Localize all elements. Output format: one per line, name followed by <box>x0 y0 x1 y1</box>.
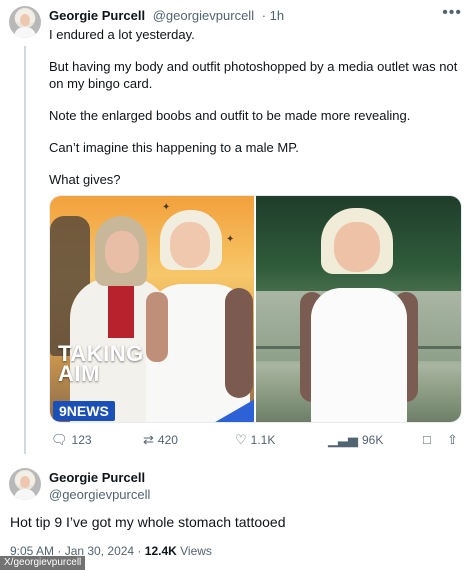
avatar[interactable] <box>9 6 41 38</box>
tweet-body: I endured a lot yesterday. But having my… <box>49 26 467 203</box>
bar-chart-icon: ▁▃▅ <box>328 432 358 447</box>
author-handle[interactable]: @georgievpurcell <box>153 8 254 23</box>
share-icon: ⇧ <box>447 432 458 447</box>
tweet-paragraph: I endured a lot yesterday. <box>49 27 195 42</box>
views-button[interactable]: ▁▃▅ 96K <box>328 432 383 448</box>
retweet-button[interactable]: ⇄ 420 <box>143 432 178 448</box>
retweet-icon: ⇄ <box>143 432 154 447</box>
tweet-media[interactable]: ✦ ✦ ✦ TAKING AIM 9NEWS <box>49 195 462 423</box>
reply-icon: 🗨 <box>51 432 68 447</box>
bookmark-icon: □ <box>423 432 431 447</box>
reply-views-label: Views <box>180 544 212 558</box>
news-logo-badge: 9NEWS <box>53 401 115 421</box>
tweet-header: Georgie Purcell @georgievpurcell · 1h <box>49 8 284 23</box>
share-button[interactable]: ⇧ <box>447 432 458 448</box>
thread-connector-line <box>24 46 26 454</box>
reply-views-count: 12.4K <box>144 544 177 558</box>
reply-author-handle[interactable]: @georgievpurcell <box>49 487 150 502</box>
like-count: 1.1K <box>250 433 276 447</box>
tweet-paragraph: Note the enlarged boobs and outfit to be… <box>49 108 411 123</box>
news-overlay-title: TAKING AIM <box>58 341 144 386</box>
avatar[interactable] <box>9 468 41 500</box>
tweet-paragraph: But having my body and outfit photoshopp… <box>49 59 458 91</box>
tweet-action-bar: 🗨 123 ⇄ 420 ♡ 1.1K ▁▃▅ 96K □ ⇧ <box>49 432 463 452</box>
author-name[interactable]: Georgie Purcell <box>49 8 145 23</box>
source-watermark: X/georgievpurcell <box>0 556 86 570</box>
like-button[interactable]: ♡ 1.1K <box>235 432 275 448</box>
views-count: 96K <box>362 433 384 447</box>
tweet-paragraph: Can’t imagine this happening to a male M… <box>49 140 299 155</box>
reply-count: 123 <box>71 433 92 447</box>
reply-author-name[interactable]: Georgie Purcell <box>49 470 145 485</box>
heart-icon: ♡ <box>235 432 247 447</box>
timestamp[interactable]: · 1h <box>262 8 284 23</box>
reply-button[interactable]: 🗨 123 <box>51 432 92 448</box>
media-image-edited[interactable]: ✦ ✦ ✦ TAKING AIM 9NEWS <box>50 196 254 422</box>
media-image-original[interactable] <box>256 196 461 422</box>
more-options-icon[interactable]: ••• <box>442 4 462 22</box>
retweet-count: 420 <box>157 433 178 447</box>
tweet-paragraph: What gives? <box>49 172 121 187</box>
bookmark-button[interactable]: □ <box>423 432 431 447</box>
reply-text: Hot tip 9 I’ve got my whole stomach tatt… <box>10 514 286 530</box>
